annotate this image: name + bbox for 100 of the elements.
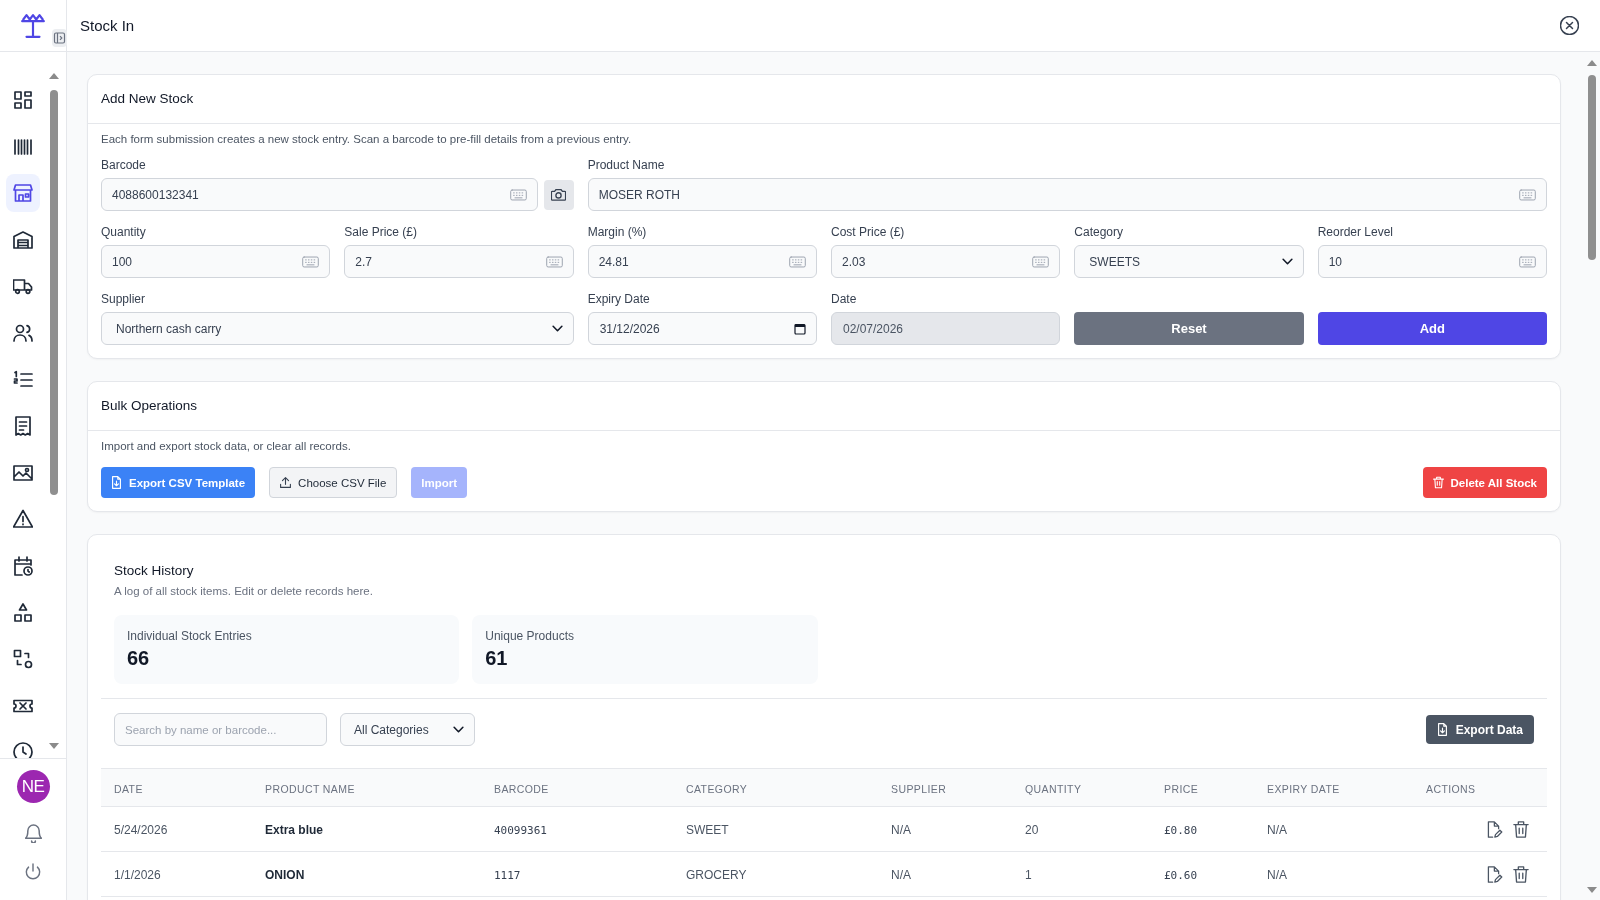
field-label: Product Name	[587, 158, 665, 173]
search-field[interactable]: Search by name or barcode...	[114, 713, 327, 746]
column-header: ACTIONS	[1426, 782, 1476, 795]
power-icon[interactable]	[25, 863, 41, 881]
table-cell: 1	[1025, 868, 1032, 882]
table-cell: N/A	[1267, 823, 1287, 837]
card-subtitle: A log of all stock items. Edit or delete records here.	[114, 584, 373, 599]
trash-icon[interactable]	[1513, 820, 1529, 838]
receipt-icon	[13, 416, 33, 437]
input-field[interactable]: 10	[1317, 245, 1547, 278]
keyboard-icon	[545, 255, 563, 268]
keyboard-icon	[509, 188, 527, 201]
edit-icon[interactable]	[1487, 865, 1503, 883]
field-label: Cost Price (£)	[831, 225, 905, 240]
table-cell: 1117	[494, 869, 521, 882]
bell-icon[interactable]	[24, 824, 42, 843]
field-label: Barcode	[101, 158, 146, 173]
warning-icon	[13, 509, 33, 530]
column-header: QUANTITY	[1025, 782, 1082, 795]
input-field[interactable]: 02/07/2026	[831, 312, 1061, 345]
page-title: Stock In	[80, 17, 135, 34]
input-field[interactable]: 100	[101, 245, 331, 278]
input-field[interactable]: 2.03	[831, 245, 1061, 278]
dropdown[interactable]: Northern cash carry	[101, 312, 574, 345]
shapes-icon	[13, 602, 33, 623]
trash-icon	[1432, 476, 1444, 489]
field-label: Quantity	[101, 225, 146, 240]
user-avatar[interactable]: NE	[16, 770, 50, 803]
warehouse-icon	[13, 229, 33, 250]
file-download-icon	[1436, 723, 1448, 736]
card-title: Add New Stock	[101, 90, 194, 108]
field-label: Sale Price (£)	[344, 225, 418, 240]
barcode-icon	[13, 136, 33, 157]
stat-value: 66	[127, 646, 150, 670]
field-label: Supplier	[101, 292, 146, 307]
store-icon	[13, 183, 33, 204]
date-field[interactable]: 31/12/2026	[587, 312, 817, 345]
card-description: Import and export stock data, or clear all records.	[101, 439, 351, 454]
edit-icon[interactable]	[1487, 820, 1503, 838]
camera-icon	[551, 188, 567, 201]
field-label: Reorder Level	[1317, 225, 1394, 240]
reset-button[interactable]: Reset	[1074, 312, 1304, 345]
table-cell: N/A	[891, 823, 911, 837]
dropdown[interactable]: SWEETS	[1074, 245, 1304, 278]
card-description: Each form submission creates a new stock entry. Scan a barcode to pre-fill details from a previous entry.	[101, 132, 632, 147]
column-header: CATEGORY	[686, 782, 748, 795]
image-icon	[13, 462, 33, 483]
trash-icon[interactable]	[1513, 865, 1529, 883]
chevron-down-icon	[1281, 258, 1293, 265]
column-header: EXPIRY DATE	[1267, 782, 1340, 795]
stat-value: 61	[485, 646, 508, 670]
chevron-down-icon	[453, 726, 464, 733]
export-button[interactable]: Export Data	[1425, 715, 1534, 744]
export-button[interactable]: Export CSV Template	[101, 467, 256, 498]
dashboard-icon	[13, 90, 33, 110]
swap-icon	[13, 649, 33, 670]
file-button[interactable]: Choose CSV File	[269, 467, 398, 498]
table-cell: 40099361	[494, 824, 547, 837]
input-field[interactable]: MOSER ROTH	[587, 178, 1547, 211]
clock-icon	[13, 742, 33, 758]
truck-icon	[13, 276, 33, 297]
field-label: Date	[831, 292, 857, 307]
column-header: PRODUCT NAME	[265, 782, 355, 795]
close-icon[interactable]	[1560, 16, 1579, 35]
table-cell: GROCERY	[686, 868, 747, 882]
file-download-icon	[111, 476, 122, 489]
input-field[interactable]: 24.81	[587, 245, 817, 278]
card-title: Stock History	[114, 562, 194, 580]
users-icon	[13, 322, 33, 343]
table-cell: £0.60	[1164, 869, 1198, 882]
column-header: DATE	[114, 782, 143, 795]
dropdown[interactable]: All Categories	[340, 713, 475, 746]
chevron-down-icon	[551, 325, 563, 332]
delete-button[interactable]: Delete All Stock	[1422, 467, 1547, 498]
keyboard-icon	[302, 255, 320, 268]
keyboard-icon	[1519, 188, 1536, 201]
table-cell: 5/24/2026	[114, 823, 168, 837]
add-button[interactable]: Add	[1317, 312, 1547, 345]
input-field[interactable]: 2.7	[344, 245, 574, 278]
nav-item[interactable]	[6, 174, 40, 213]
sidebar-toggle-icon[interactable]	[52, 29, 67, 47]
keyboard-icon	[1519, 255, 1536, 268]
stat-label: Unique Products	[485, 628, 574, 644]
field-label: Margin (%)	[587, 225, 647, 240]
field-label: Expiry Date	[587, 292, 650, 307]
table-cell: Extra blue	[265, 823, 324, 837]
table-cell: £0.80	[1164, 824, 1198, 837]
table-cell: N/A	[891, 868, 911, 882]
calendar-clock-icon	[13, 555, 33, 576]
calendar-icon[interactable]	[794, 322, 806, 335]
keyboard-icon	[789, 255, 806, 268]
camera-button[interactable]	[543, 179, 574, 210]
upload-icon	[280, 476, 292, 489]
list-icon	[13, 369, 33, 390]
logo-icon	[21, 12, 45, 39]
table-cell: ONION	[265, 868, 305, 882]
table-cell: SWEET	[686, 823, 729, 837]
keyboard-icon	[1032, 255, 1050, 268]
table-cell: 1/1/2026	[114, 868, 161, 882]
input-field[interactable]: 4088600132341	[101, 178, 538, 211]
